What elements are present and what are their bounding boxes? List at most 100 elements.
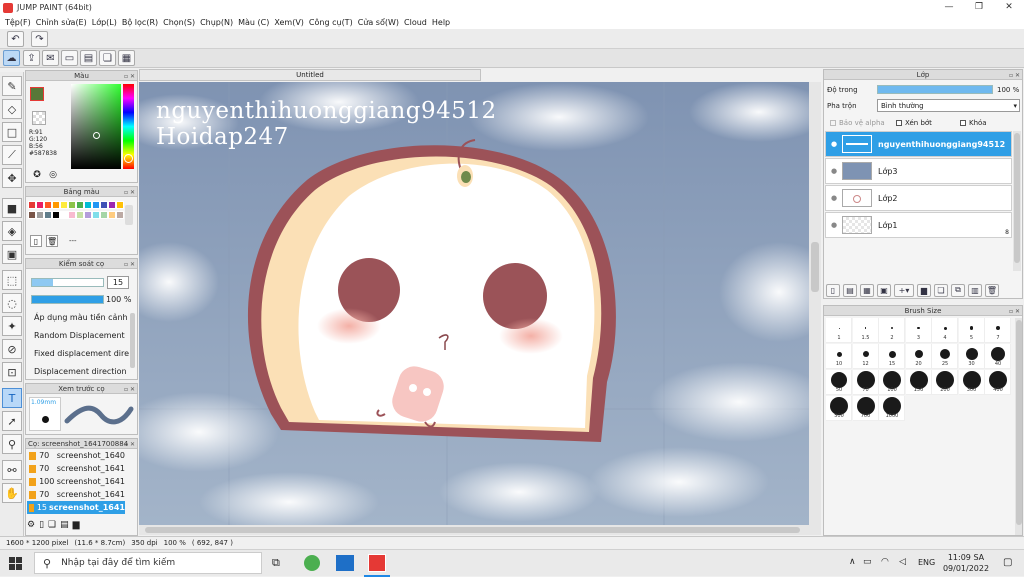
brush-size-option[interactable]: 150 <box>905 370 932 395</box>
brush-row-5[interactable]: 15 screenshot_1641 <box>27 501 125 514</box>
palette-swatch[interactable] <box>100 211 108 219</box>
palette-swatch[interactable] <box>44 211 52 219</box>
lock-option[interactable]: Khóa <box>960 119 987 127</box>
option-random-displacement[interactable]: Random Displacement <box>31 327 131 345</box>
taskbar-search[interactable]: ⚲ Nhập tại đây để tìm kiếm <box>34 552 262 574</box>
layer-visibility-icon[interactable]: ● <box>826 194 842 202</box>
palette-swatch[interactable] <box>60 201 68 209</box>
brush-size-option[interactable]: 25 <box>932 344 958 369</box>
share-icon[interactable]: ⇪ <box>23 50 40 66</box>
brush-size-slider[interactable] <box>31 278 104 287</box>
brush-folder-icon[interactable]: ▆ <box>73 520 80 530</box>
palette-swatch[interactable] <box>84 211 92 219</box>
new-palette-icon[interactable]: ▯ <box>30 235 42 247</box>
palette-swatch[interactable] <box>44 201 52 209</box>
brush-size-option[interactable]: 1 <box>826 318 852 343</box>
close-button[interactable]: ✕ <box>994 0 1024 15</box>
clipping-option[interactable]: Xén bớt <box>896 119 932 127</box>
eyedropper-tool-icon[interactable]: ⚲ <box>2 434 22 454</box>
menu-edit[interactable]: Chỉnh sửa(E) <box>36 18 87 27</box>
grid-icon[interactable]: ▦ <box>118 50 135 66</box>
rect-tool-icon[interactable]: □ <box>2 122 22 142</box>
brush-size-option[interactable]: 50 <box>826 370 852 395</box>
canvas-vscroll[interactable] <box>809 82 821 525</box>
layer-visibility-icon[interactable]: ● <box>826 221 842 229</box>
layer-settings-icon[interactable]: ▥ <box>968 283 982 297</box>
brush-row-1[interactable]: 70 screenshot_1640 <box>27 449 125 462</box>
folder-icon[interactable]: ▆ <box>917 283 931 297</box>
select-pen-tool-icon[interactable]: ⊘ <box>2 339 22 359</box>
brush-size-input[interactable]: 15 <box>107 276 129 289</box>
chat-icon[interactable]: ▭ <box>61 50 78 66</box>
option-apply-foreground[interactable]: Áp dụng màu tiền cảnh <box>31 309 131 327</box>
bucket-tool-icon[interactable]: ◈ <box>2 221 22 241</box>
transparent-color-swatch[interactable] <box>32 111 46 125</box>
option-fixed-displacement[interactable]: Fixed displacement dire <box>31 345 131 363</box>
color-wheel-icon[interactable]: ✪ <box>31 170 43 181</box>
palette-swatch[interactable] <box>68 201 76 209</box>
comment-icon[interactable]: ✉ <box>42 50 59 66</box>
brush-size-option[interactable]: 400 <box>985 370 1011 395</box>
palette-swatch[interactable] <box>76 211 84 219</box>
layer-row-3[interactable]: ● Lớp3 <box>825 158 1012 184</box>
brush-row-4[interactable]: 70 screenshot_1641 <box>27 488 125 501</box>
brush-size-option[interactable]: 3 <box>905 318 932 343</box>
jump-paint-app-icon[interactable] <box>368 554 386 572</box>
brush-size-option[interactable]: 70 <box>852 370 879 395</box>
palette-swatch[interactable] <box>108 211 116 219</box>
task-view-icon[interactable]: ⧉ <box>272 556 280 570</box>
brush-size-option[interactable]: 100 <box>879 370 905 395</box>
blend-mode-select[interactable]: Bình thường ▾ <box>877 99 1020 112</box>
canvas-hscroll[interactable] <box>139 525 821 535</box>
menu-filter[interactable]: Bộ lọc(R) <box>122 18 158 27</box>
brush-size-option[interactable]: 500 <box>826 396 852 421</box>
brush-size-scrollbar[interactable] <box>1015 318 1022 535</box>
tray-chevron-icon[interactable]: ∧ <box>849 557 856 567</box>
menu-select[interactable]: Chọn(S) <box>163 18 195 27</box>
menu-window[interactable]: Cửa sổ(W) <box>358 18 399 27</box>
brush-size-option[interactable]: 200 <box>932 370 958 395</box>
page-icon[interactable]: ▤ <box>80 50 97 66</box>
redo-icon[interactable]: ↷ <box>31 31 48 47</box>
brush-row-2[interactable]: 70 screenshot_1641 <box>27 462 125 475</box>
layer-row-text[interactable]: ● nguyenthihuonggiang94512 <box>825 131 1012 157</box>
brush-size-option[interactable]: 1.5 <box>852 318 879 343</box>
foreground-color-swatch[interactable] <box>30 87 44 101</box>
wifi-icon[interactable]: ◠ <box>881 557 889 567</box>
delete-layer-icon[interactable]: 🗑 <box>985 283 999 297</box>
palette-swatch[interactable] <box>52 211 60 219</box>
new-layer-icon[interactable]: ▯ <box>826 283 840 297</box>
canvas[interactable]: nguyenthihuonggiang94512 Hoidap247 <box>139 82 821 525</box>
menu-layer[interactable]: Lớp(L) <box>92 18 117 27</box>
palette-swatch[interactable] <box>108 201 116 209</box>
protect-alpha-option[interactable]: Bảo vệ alpha <box>830 119 885 127</box>
brush-size-option[interactable]: 4 <box>932 318 958 343</box>
palette-swatch[interactable] <box>36 211 44 219</box>
menu-file[interactable]: Tệp(F) <box>5 18 31 27</box>
new-halftone-layer-icon[interactable]: ▦ <box>860 283 874 297</box>
language-indicator[interactable]: ENG <box>918 558 935 567</box>
zoom-tool-icon[interactable]: ⚯ <box>2 460 22 480</box>
maximize-button[interactable]: ❐ <box>964 0 994 15</box>
brush-row-3[interactable]: 100 screenshot_1641 <box>27 475 125 488</box>
new-8bit-layer-icon[interactable]: ▣ <box>877 283 891 297</box>
eraser-tool-icon[interactable]: ◇ <box>2 99 22 119</box>
undo-icon[interactable]: ↶ <box>7 31 24 47</box>
select-eraser-tool-icon[interactable]: ⊡ <box>2 362 22 382</box>
brush-size-option[interactable]: 40 <box>985 344 1011 369</box>
delete-palette-icon[interactable]: 🗑 <box>46 235 58 247</box>
palette-swatch[interactable] <box>52 201 60 209</box>
layer-visibility-icon[interactable]: ● <box>826 167 842 175</box>
volume-icon[interactable]: ◁ <box>899 557 906 567</box>
menu-tools[interactable]: Công cụ(T) <box>309 18 353 27</box>
palette-swatch[interactable] <box>92 211 100 219</box>
layer-visibility-icon[interactable]: ● <box>826 140 842 148</box>
brush-size-option[interactable]: 12 <box>852 344 879 369</box>
option-displacement-direction[interactable]: Displacement direction <box>31 363 131 377</box>
hue-slider[interactable] <box>123 84 134 169</box>
palette-swatch[interactable] <box>100 201 108 209</box>
layers-scrollbar[interactable] <box>1013 131 1021 271</box>
brush-options-scrollbar[interactable] <box>130 313 135 368</box>
layer-row-2[interactable]: ● Lớp2 <box>825 185 1012 211</box>
brush-size-option[interactable]: 700 <box>852 396 879 421</box>
